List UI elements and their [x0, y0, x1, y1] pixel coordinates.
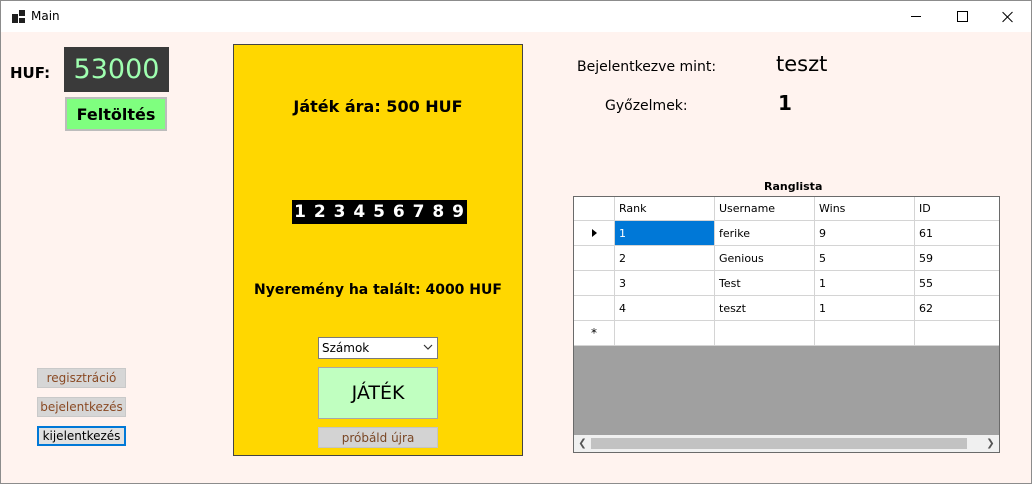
play-button[interactable]: JÁTÉK: [318, 367, 438, 419]
current-row-icon: [591, 229, 597, 237]
table-cell[interactable]: 9: [815, 221, 915, 246]
close-button[interactable]: [985, 1, 1031, 32]
table-cell[interactable]: Test: [715, 271, 815, 296]
table-cell[interactable]: 1: [815, 296, 915, 321]
table-cell[interactable]: 59: [915, 246, 999, 271]
logged-in-label: Bejelentkezve mint:: [577, 59, 717, 75]
row-header[interactable]: [574, 271, 615, 296]
scroll-right-icon[interactable]: ❯: [982, 435, 999, 452]
table-cell[interactable]: 5: [815, 246, 915, 271]
register-button[interactable]: regisztráció: [37, 368, 126, 388]
table-cell[interactable]: 3: [615, 271, 715, 296]
column-header[interactable]: Rank: [615, 197, 715, 221]
table-cell[interactable]: 61: [915, 221, 999, 246]
horizontal-scrollbar[interactable]: ❮ ❯: [574, 435, 999, 452]
app-icon: [12, 10, 25, 23]
row-header[interactable]: [574, 296, 615, 321]
table-cell[interactable]: Genious: [715, 246, 815, 271]
retry-button[interactable]: próbáld újra: [318, 427, 438, 448]
new-row-cell[interactable]: [915, 321, 999, 346]
window-title: Main: [31, 9, 60, 23]
wins-value: 1: [778, 91, 792, 115]
currency-label: HUF:: [10, 64, 51, 82]
new-row-cell[interactable]: [815, 321, 915, 346]
maximize-icon: [956, 11, 968, 22]
leaderboard-grid[interactable]: Rank Username Wins ID 1 ferike 9 61 2 Ge…: [573, 196, 1000, 453]
scroll-left-icon[interactable]: ❮: [574, 435, 591, 452]
table-cell[interactable]: 62: [915, 296, 999, 321]
grid-corner: [574, 197, 615, 221]
table-cell[interactable]: 1: [615, 221, 715, 246]
table-cell[interactable]: 55: [915, 271, 999, 296]
column-header[interactable]: Username: [715, 197, 815, 221]
number-select[interactable]: Számok: [318, 337, 438, 359]
scrollbar-thumb[interactable]: [591, 438, 967, 449]
balance-display: 53000: [64, 47, 169, 92]
table-cell[interactable]: 2: [615, 246, 715, 271]
game-panel: Játék ára: 500 HUF 1 2 3 4 5 6 7 8 9 Nye…: [233, 44, 523, 456]
maximize-button[interactable]: [939, 1, 985, 32]
minimize-icon: [911, 16, 921, 17]
main-window: Main HUF: 53000 Feltöltés regisztráció b…: [0, 0, 1032, 484]
number-strip: 1 2 3 4 5 6 7 8 9: [292, 200, 467, 224]
chevron-down-icon: [423, 344, 433, 350]
table-cell[interactable]: 4: [615, 296, 715, 321]
column-header[interactable]: Wins: [815, 197, 915, 221]
minimize-button[interactable]: [893, 1, 939, 32]
title-bar: Main: [1, 1, 1031, 32]
table-cell[interactable]: 1: [815, 271, 915, 296]
column-header[interactable]: ID: [915, 197, 999, 221]
logged-in-username: teszt: [776, 52, 828, 76]
table-cell[interactable]: teszt: [715, 296, 815, 321]
row-header[interactable]: [574, 221, 615, 246]
login-button[interactable]: bejelentkezés: [37, 397, 126, 417]
close-icon: [1002, 11, 1014, 23]
prize-text: Nyeremény ha talált: 4000 HUF: [254, 282, 502, 298]
number-select-value: Számok: [322, 341, 370, 355]
wins-label: Győzelmek:: [605, 98, 688, 114]
new-row-cell[interactable]: [715, 321, 815, 346]
table-cell[interactable]: ferike: [715, 221, 815, 246]
topup-button[interactable]: Feltöltés: [65, 97, 167, 131]
row-header[interactable]: [574, 246, 615, 271]
game-price: Játék ára: 500 HUF: [293, 97, 463, 116]
leaderboard-title: Ranglista: [764, 180, 823, 193]
new-row-cell[interactable]: [615, 321, 715, 346]
new-row-header[interactable]: *: [574, 321, 615, 346]
logout-button[interactable]: kijelentkezés: [37, 426, 126, 446]
